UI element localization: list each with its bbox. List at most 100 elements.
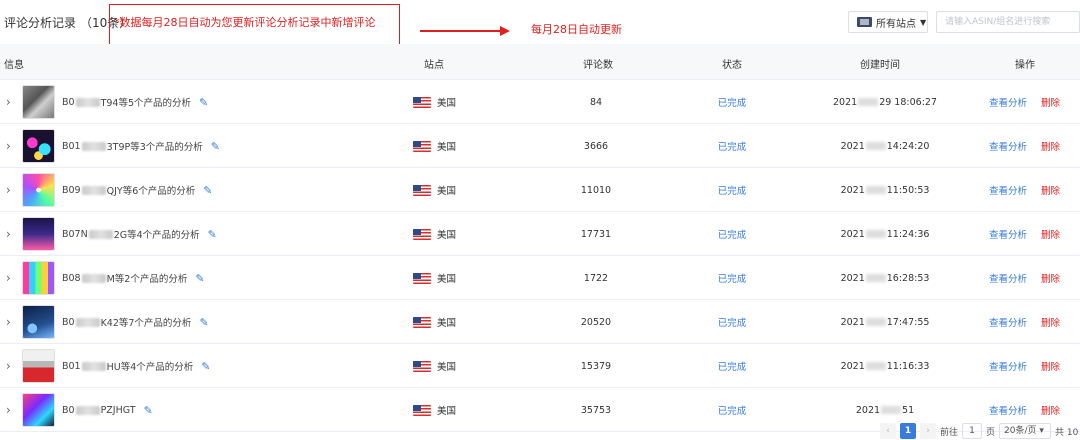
page-unit-label: 页 bbox=[986, 427, 996, 438]
next-page-button[interactable]: › bbox=[920, 423, 936, 439]
asin-label: B0 T94等5个产品的分析 ✎ bbox=[62, 95, 209, 110]
table-row: › B01 HU等4个产品的分析 ✎ 美国 15379 已完成 2021 11:16… bbox=[0, 344, 1080, 388]
site-select[interactable]: 所有站点 ▼ bbox=[848, 11, 928, 33]
asin-label: B01 3T9P等3个产品的分析 ✎ bbox=[62, 139, 220, 154]
page-1-button[interactable]: 1 bbox=[900, 423, 916, 439]
review-count: 3666 bbox=[583, 140, 609, 152]
col-created: 创建时间 bbox=[860, 60, 900, 71]
us-flag-icon bbox=[413, 316, 431, 328]
us-flag-icon bbox=[413, 228, 431, 240]
site-select-value: 所有站点 bbox=[876, 18, 916, 30]
created-time: 2021 11:16:33 bbox=[840, 360, 930, 372]
product-thumbnail bbox=[22, 217, 55, 251]
asin-label: B07N 2G等4个产品的分析 ✎ bbox=[62, 227, 217, 242]
view-analysis-link[interactable]: 查看分析 bbox=[989, 168, 1027, 212]
edit-icon[interactable]: ✎ bbox=[208, 228, 217, 241]
asin-label: B08 M等2个产品的分析 ✎ bbox=[62, 271, 205, 286]
view-analysis-link[interactable]: 查看分析 bbox=[989, 124, 1027, 168]
expand-chevron-icon[interactable]: › bbox=[6, 344, 14, 388]
site-cell: 美国 bbox=[413, 388, 456, 432]
edit-icon[interactable]: ✎ bbox=[203, 184, 212, 197]
created-time: 2021 14:24:20 bbox=[840, 140, 930, 152]
review-count: 17731 bbox=[580, 228, 612, 240]
asin-label: B09 QJY等6个产品的分析 ✎ bbox=[62, 183, 213, 198]
product-thumbnail bbox=[22, 85, 55, 119]
asin-label: B01 HU等4个产品的分析 ✎ bbox=[62, 359, 211, 374]
review-count: 84 bbox=[589, 96, 603, 108]
created-time: 2021 29 18:06:27 bbox=[833, 96, 937, 108]
col-info: 信息 bbox=[4, 60, 24, 71]
status-label: 已完成 bbox=[717, 318, 747, 329]
created-time: 2021 11:24:36 bbox=[840, 228, 930, 240]
us-flag-icon bbox=[413, 272, 431, 284]
status-label: 已完成 bbox=[717, 230, 747, 241]
us-flag-icon bbox=[413, 184, 431, 196]
table-row: › B0 K42等7个产品的分析 ✎ 美国 20520 已完成 2021 17:47… bbox=[0, 300, 1080, 344]
view-analysis-link[interactable]: 查看分析 bbox=[989, 80, 1027, 124]
page-input[interactable]: 1 bbox=[962, 423, 983, 439]
site-cell: 美国 bbox=[413, 300, 456, 344]
expand-chevron-icon[interactable]: › bbox=[6, 388, 14, 432]
edit-icon[interactable]: ✎ bbox=[199, 96, 208, 109]
expand-chevron-icon[interactable]: › bbox=[6, 212, 14, 256]
delete-link[interactable]: 删除 bbox=[1041, 124, 1060, 168]
edit-icon[interactable]: ✎ bbox=[199, 316, 208, 329]
us-flag-icon bbox=[413, 96, 431, 108]
expand-chevron-icon[interactable]: › bbox=[6, 168, 14, 212]
delete-link[interactable]: 删除 bbox=[1041, 300, 1060, 344]
view-analysis-link[interactable]: 查看分析 bbox=[989, 256, 1027, 300]
expand-chevron-icon[interactable]: › bbox=[6, 124, 14, 168]
edit-icon[interactable]: ✎ bbox=[211, 140, 220, 153]
prev-page-button[interactable]: ‹ bbox=[880, 423, 896, 439]
table-row: › B07N 2G等4个产品的分析 ✎ 美国 17731 已完成 2021 11:2… bbox=[0, 212, 1080, 256]
site-cell: 美国 bbox=[413, 212, 456, 256]
update-note-text: *数据每月28日自动为您更新评论分析记录中新增评论 bbox=[114, 16, 376, 29]
product-thumbnail bbox=[22, 349, 55, 383]
delete-link[interactable]: 删除 bbox=[1041, 344, 1060, 388]
col-actions: 操作 bbox=[1015, 60, 1035, 71]
view-analysis-link[interactable]: 查看分析 bbox=[989, 300, 1027, 344]
expand-chevron-icon[interactable]: › bbox=[6, 300, 14, 344]
site-cell: 美国 bbox=[413, 124, 456, 168]
status-label: 已完成 bbox=[717, 406, 747, 417]
product-thumbnail bbox=[22, 261, 55, 295]
status-label: 已完成 bbox=[717, 362, 747, 373]
review-count: 20520 bbox=[580, 316, 612, 328]
created-time: 2021 16:28:53 bbox=[840, 272, 930, 284]
update-note-box: *数据每月28日自动为您更新评论分析记录中新增评论 bbox=[109, 4, 400, 46]
flag-icon bbox=[857, 17, 872, 27]
page-size-select[interactable]: 20条/页 ▾ bbox=[999, 423, 1052, 439]
created-time: 2021 11:50:53 bbox=[840, 184, 930, 196]
view-analysis-link[interactable]: 查看分析 bbox=[989, 212, 1027, 256]
status-label: 已完成 bbox=[717, 142, 747, 153]
arrow-right-icon bbox=[420, 26, 510, 36]
review-count: 11010 bbox=[580, 184, 612, 196]
site-cell: 美国 bbox=[413, 344, 456, 388]
col-site: 站点 bbox=[424, 60, 444, 71]
goto-label: 前往 bbox=[940, 427, 959, 438]
edit-icon[interactable]: ✎ bbox=[195, 272, 204, 285]
view-analysis-link[interactable]: 查看分析 bbox=[989, 344, 1027, 388]
caret-down-icon: ▼ bbox=[920, 17, 927, 27]
status-label: 已完成 bbox=[717, 274, 747, 285]
arrow-label: 每月28日自动更新 bbox=[531, 23, 622, 36]
created-time: 2021 17:47:55 bbox=[840, 316, 930, 328]
total-label: 共 10 bbox=[1055, 427, 1079, 438]
col-reviews: 评论数 bbox=[583, 60, 613, 71]
expand-chevron-icon[interactable]: › bbox=[6, 256, 14, 300]
title-label: 评论分析记录 bbox=[4, 16, 77, 30]
expand-chevron-icon[interactable]: › bbox=[6, 80, 14, 124]
delete-link[interactable]: 删除 bbox=[1041, 212, 1060, 256]
edit-icon[interactable]: ✎ bbox=[201, 360, 210, 373]
review-count: 35753 bbox=[580, 404, 612, 416]
site-cell: 美国 bbox=[413, 80, 456, 124]
edit-icon[interactable]: ✎ bbox=[144, 404, 153, 417]
delete-link[interactable]: 删除 bbox=[1041, 168, 1060, 212]
site-cell: 美国 bbox=[413, 168, 456, 212]
delete-link[interactable]: 删除 bbox=[1041, 256, 1060, 300]
product-thumbnail bbox=[22, 393, 55, 427]
search-input[interactable] bbox=[936, 11, 1080, 33]
records-table: 信息 站点 评论数 状态 创建时间 操作 › B0 T94等5个产品的分析 ✎ 美… bbox=[0, 44, 1080, 432]
delete-link[interactable]: 删除 bbox=[1041, 80, 1060, 124]
us-flag-icon bbox=[413, 360, 431, 372]
